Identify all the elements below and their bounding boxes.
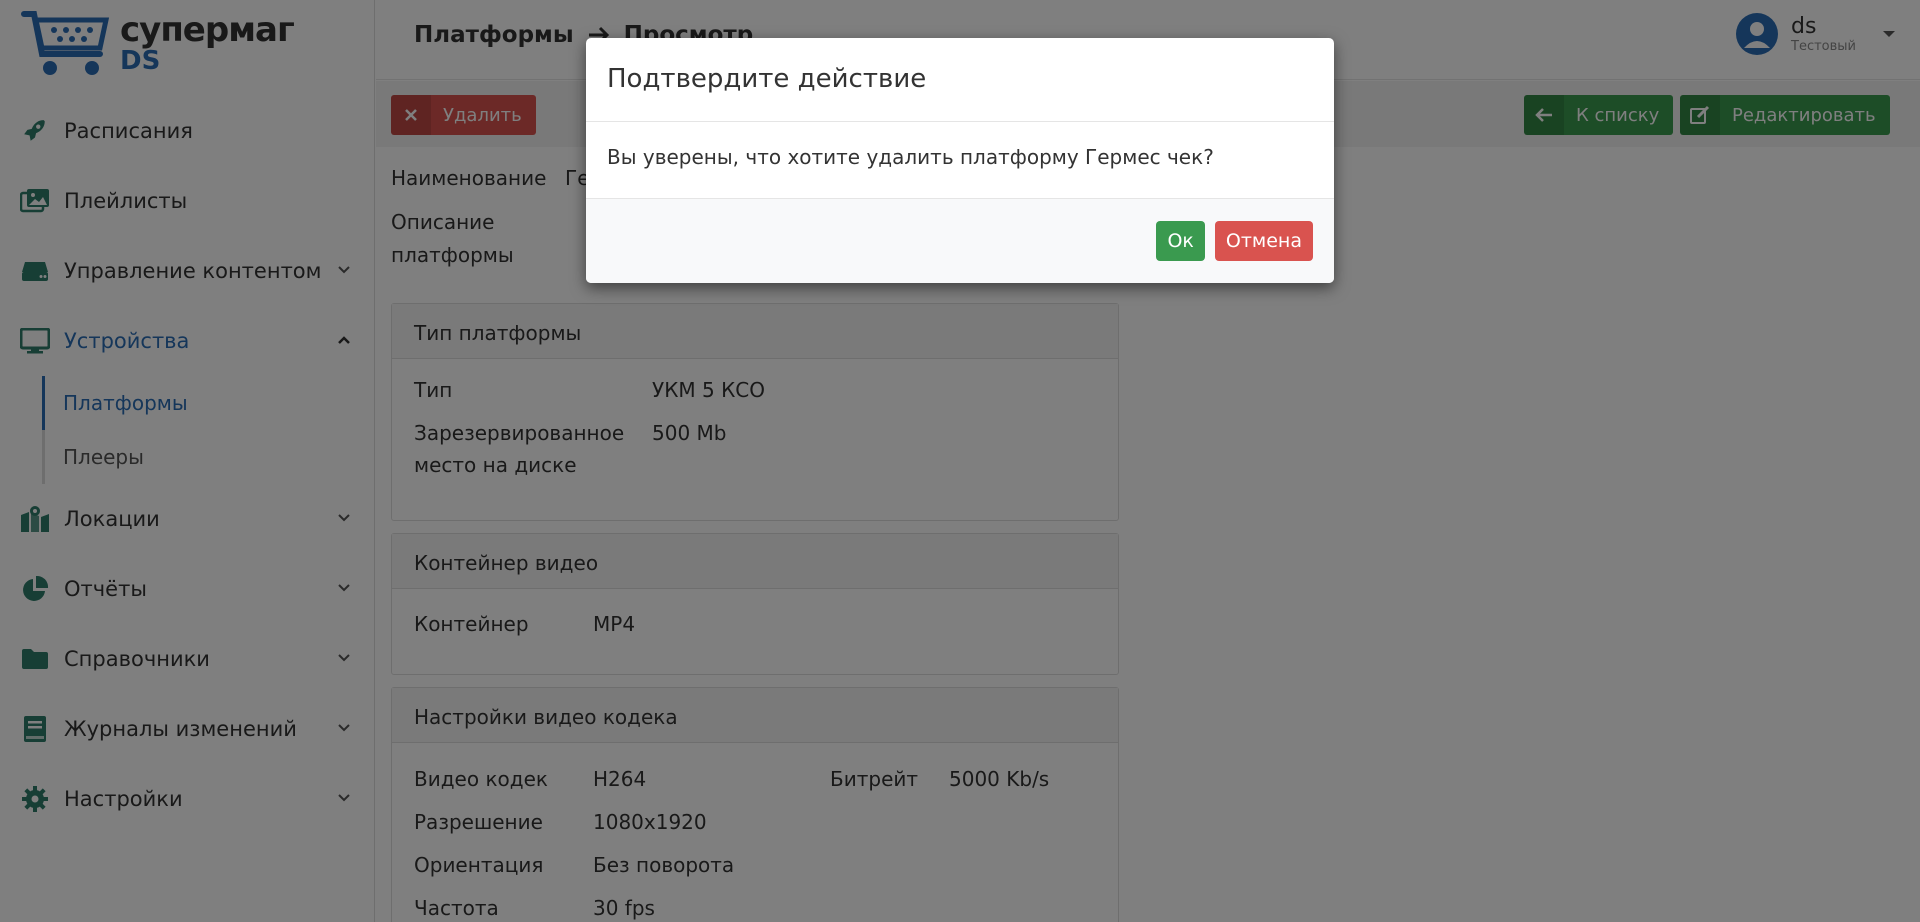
dialog-message: Вы уверены, что хотите удалить платформу… — [586, 122, 1334, 199]
dialog-title: Подтвердите действие — [586, 38, 1334, 122]
cancel-button[interactable]: Отмена — [1214, 221, 1313, 261]
ok-button[interactable]: Ок — [1156, 221, 1205, 261]
confirm-dialog: Подтвердите действие Вы уверены, что хот… — [586, 38, 1334, 283]
dialog-footer: Ок Отмена — [586, 199, 1334, 283]
